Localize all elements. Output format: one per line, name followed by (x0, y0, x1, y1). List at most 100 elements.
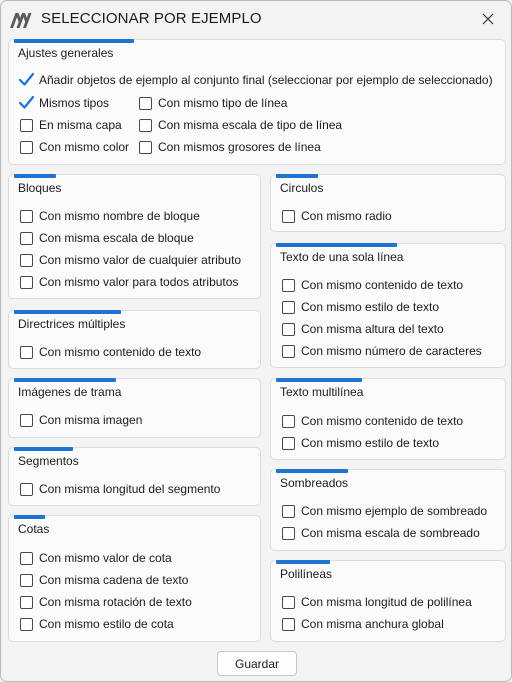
checkbox-unchecked[interactable] (282, 209, 295, 223)
panel-accent (14, 174, 56, 178)
checkbox-row[interactable]: Con misma longitud de polilínea (282, 595, 472, 609)
checkbox-unchecked[interactable] (20, 551, 33, 565)
checkbox-unchecked[interactable] (282, 617, 295, 631)
checkbox-row[interactable]: Con misma imagen (20, 413, 142, 427)
checkbox-row[interactable]: Con mismo estilo de cota (20, 617, 174, 631)
checkbox-row[interactable]: Añadir objetos de ejemplo al conjunto fi… (18, 72, 493, 87)
checkbox-label: Con misma longitud de polilínea (301, 595, 472, 609)
checkbox-label: Con misma longitud del segmento (39, 482, 221, 496)
panel-accent (276, 560, 330, 564)
panel-title: Polilíneas (280, 567, 333, 581)
checkbox-label: Con mismo contenido de texto (39, 345, 202, 359)
checkbox-unchecked[interactable] (139, 118, 152, 132)
checkbox-row[interactable]: Con mismo número de caracteres (282, 344, 482, 358)
checkbox-unchecked[interactable] (20, 345, 33, 359)
panel-segmentos: Segmentos Con misma longitud del segment… (8, 447, 261, 506)
checkbox-row[interactable]: Con mismo tipo de línea (139, 96, 287, 110)
checkbox-row[interactable]: Con misma escala de bloque (20, 231, 194, 245)
checkbox-label: Añadir objetos de ejemplo al conjunto fi… (39, 73, 493, 87)
panel-directrices: Directrices múltiples Con mismo contenid… (8, 310, 261, 369)
checkbox-row[interactable]: Con mismo estilo de texto (282, 436, 439, 450)
checkbox-label: Con mismo número de caracteres (301, 344, 482, 358)
checkbox-unchecked[interactable] (20, 275, 33, 289)
checkmark-icon (18, 95, 35, 109)
checkbox-row[interactable]: Con misma escala de sombreado (282, 526, 480, 540)
checkbox-row[interactable]: Con mismo color (20, 140, 129, 154)
checkbox-label: Con misma cadena de texto (39, 573, 189, 587)
checkbox-label: Mismos tipos (39, 96, 110, 110)
checkbox-label: Con misma imagen (39, 413, 143, 427)
checkbox-row[interactable]: Con misma rotación de texto (20, 595, 192, 609)
checkbox-label: Con misma rotación de texto (39, 595, 192, 609)
checkbox-row[interactable]: Con mismo ejemplo de sombreado (282, 504, 487, 518)
checkbox-unchecked[interactable] (282, 300, 295, 314)
checkbox-unchecked[interactable] (282, 504, 295, 518)
checkbox-label: Con misma altura del texto (301, 322, 444, 336)
panel-general: Ajustes generales Añadir objetos de ejem… (8, 39, 506, 165)
checkbox-row[interactable]: Con misma altura del texto (282, 322, 444, 336)
checkbox-unchecked[interactable] (20, 617, 33, 631)
checkbox-row[interactable]: Con mismo valor para todos atributos (20, 275, 238, 289)
checkbox-unchecked[interactable] (20, 231, 33, 245)
checkbox-row[interactable]: Con misma longitud del segmento (20, 482, 220, 496)
checkbox-row[interactable]: Mismos tipos (18, 95, 110, 110)
checkbox-row[interactable]: Con mismo contenido de texto (20, 345, 201, 359)
checkbox-unchecked[interactable] (20, 253, 33, 267)
checkbox-row[interactable]: En misma capa (20, 118, 122, 132)
checkbox-unchecked[interactable] (20, 413, 33, 427)
checkbox-unchecked[interactable] (139, 96, 152, 110)
checkbox-label: Con mismo valor de cota (39, 551, 172, 565)
checkbox-unchecked[interactable] (20, 118, 33, 132)
checkbox-label: Con mismo valor para todos atributos (39, 275, 239, 289)
checkbox-unchecked[interactable] (282, 526, 295, 540)
checkbox-row[interactable]: Con mismo contenido de texto (282, 278, 463, 292)
checkbox-label: Con mismo nombre de bloque (39, 209, 200, 223)
close-button[interactable] (473, 5, 503, 33)
checkbox-unchecked[interactable] (282, 595, 295, 609)
panel-title: Cotas (18, 522, 50, 536)
checkbox-row[interactable]: Con mismo contenido de texto (282, 414, 463, 428)
panel-sombreados: Sombreados Con mismo ejemplo de sombread… (270, 469, 506, 551)
panel-title: Texto multilínea (280, 385, 364, 399)
checkbox-row[interactable]: Con misma escala de tipo de línea (139, 118, 342, 132)
app-logo-icon (10, 13, 32, 28)
checkbox-label: Con misma anchura global (301, 617, 444, 631)
checkbox-checked[interactable] (18, 72, 35, 87)
panel-accent (14, 310, 121, 314)
checkbox-unchecked[interactable] (282, 322, 295, 336)
checkbox-unchecked[interactable] (282, 436, 295, 450)
checkbox-label: Con mismo tipo de línea (158, 96, 288, 110)
checkbox-checked[interactable] (18, 95, 35, 110)
panel-accent (14, 378, 116, 382)
checkbox-row[interactable]: Con mismo nombre de bloque (20, 209, 200, 223)
panel-title: Ajustes generales (18, 46, 114, 60)
save-button[interactable]: Guardar (217, 651, 297, 676)
checkbox-unchecked[interactable] (139, 140, 152, 154)
checkbox-unchecked[interactable] (282, 344, 295, 358)
checkbox-label: Con mismo color (39, 140, 130, 154)
panel-polilineas: Polilíneas Con misma longitud de polilín… (270, 560, 506, 642)
checkbox-unchecked[interactable] (20, 573, 33, 587)
checkbox-label: Con mismo contenido de texto (301, 278, 464, 292)
checkbox-unchecked[interactable] (20, 140, 33, 154)
checkbox-label: Con mismo estilo de texto (301, 300, 440, 314)
panel-accent (14, 39, 134, 43)
checkbox-row[interactable]: Con mismo valor de cota (20, 551, 172, 565)
checkbox-row[interactable]: Con misma cadena de texto (20, 573, 188, 587)
panel-title: Imágenes de trama (18, 385, 122, 399)
checkbox-row[interactable]: Con mismos grosores de línea (139, 140, 321, 154)
checkbox-unchecked[interactable] (20, 482, 33, 496)
checkbox-row[interactable]: Con mismo estilo de texto (282, 300, 439, 314)
checkbox-row[interactable]: Con mismo radio (282, 209, 392, 223)
panel-title: Directrices múltiples (18, 317, 126, 331)
checkbox-unchecked[interactable] (20, 595, 33, 609)
checkbox-unchecked[interactable] (20, 209, 33, 223)
checkbox-label: Con mismo contenido de texto (301, 414, 464, 428)
checkbox-label: Con mismo estilo de texto (301, 436, 440, 450)
checkbox-unchecked[interactable] (282, 414, 295, 428)
checkbox-row[interactable]: Con misma anchura global (282, 617, 444, 631)
panel-title: Texto de una sola línea (280, 250, 404, 264)
checkbox-label: Con mismo valor de cualquier atributo (39, 253, 242, 267)
checkbox-row[interactable]: Con mismo valor de cualquier atributo (20, 253, 241, 267)
checkbox-unchecked[interactable] (282, 278, 295, 292)
